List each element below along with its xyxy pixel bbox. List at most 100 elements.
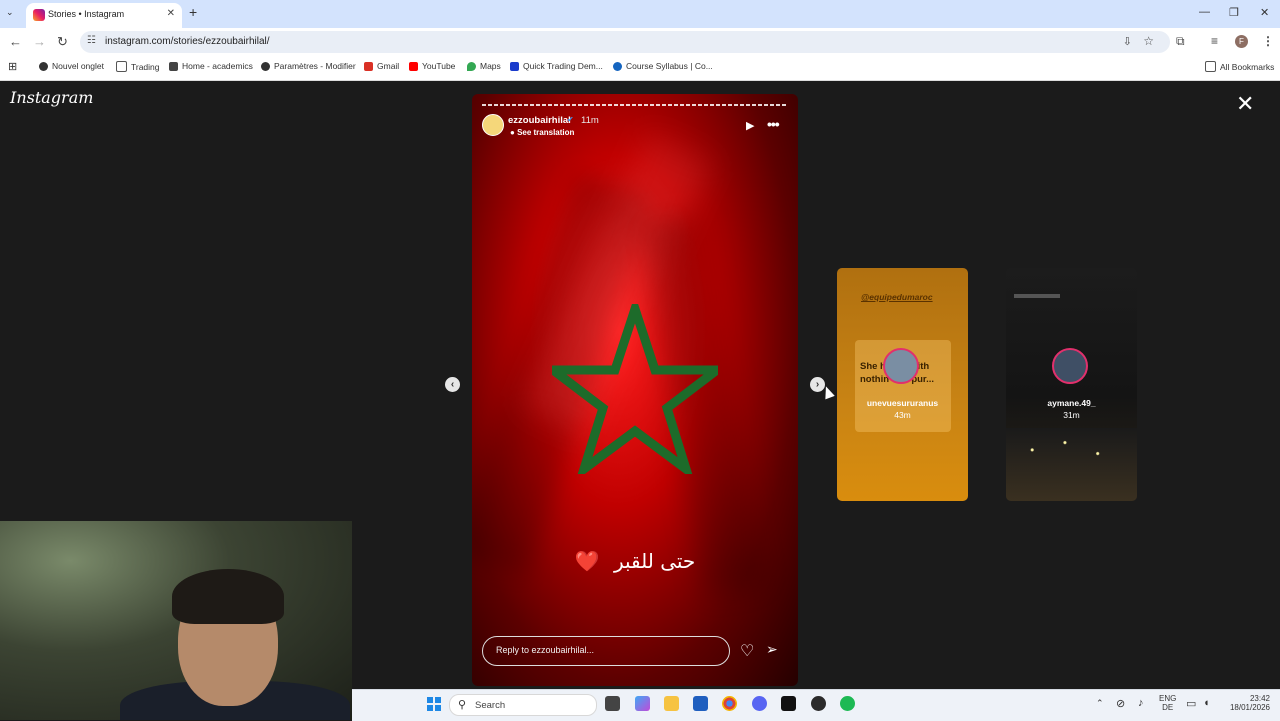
folder-icon [116,61,127,72]
bookmark-gmail[interactable]: Gmail [364,61,399,71]
story-time: 31m [1063,410,1080,420]
reload-icon[interactable]: ↻ [57,34,68,50]
all-bookmarks[interactable]: All Bookmarks [1205,61,1274,72]
clock[interactable]: 23:42 18/01/2026 [1226,694,1270,712]
previous-story-button[interactable]: ‹ [445,377,460,392]
restore-window-icon[interactable]: ❐ [1229,6,1239,19]
new-tab-globe-icon [39,61,48,71]
bookmark-label: Maps [480,61,501,71]
bookmark-youtube[interactable]: YouTube [409,61,455,71]
tab-search-icon[interactable]: ⌄ [6,7,14,18]
webcam-overlay [0,521,352,720]
bookmark-label: Home - academics [182,61,253,71]
night-scene [1006,428,1137,501]
story-user-avatar [1052,348,1088,384]
bookmark-course-syllabus[interactable]: Course Syllabus | Co... [613,61,713,71]
file-explorer-icon[interactable] [664,696,679,711]
address-bar[interactable]: ☷ instagram.com/stories/ezzoubairhilal/ … [80,31,1170,53]
send-icon[interactable]: ➢ [766,641,778,658]
instagram-logo[interactable]: Instagram [10,88,93,107]
profile-avatar[interactable]: F [1235,35,1248,48]
language-indicator[interactable]: ENG DE [1159,694,1176,712]
browser-tab-active[interactable]: Stories • Instagram ✕ [26,3,182,28]
clock-date: 18/01/2026 [1229,703,1270,712]
bookmark-label: Quick Trading Dem... [523,61,603,71]
play-icon[interactable]: ▶ [746,119,754,132]
bookmark-label: Nouvel onglet [52,61,104,71]
windows-start-icon[interactable] [427,697,441,711]
story-sticker [1014,294,1060,298]
install-app-icon[interactable]: ⇩ [1123,35,1132,48]
taskbar-search-label: Search [475,700,506,711]
bookmark-quick-trading[interactable]: Quick Trading Dem... [510,61,603,71]
chrome-icon[interactable] [722,696,737,711]
trading-icon [510,61,519,71]
reply-input[interactable]: Reply to ezzoubairhilal... [482,636,730,666]
language-bottom: DE [1162,703,1174,712]
capcut-icon[interactable] [781,696,796,711]
story-viewer[interactable]: ezzoubairhilal ✔ 11m ● See translation ▶… [472,94,798,686]
new-tab-button[interactable]: + [189,4,197,20]
story-username: aymane.49_ [1047,398,1096,408]
tab-close-icon[interactable]: ✕ [167,8,175,19]
story-caption: ❤️ حتى للقبر [472,549,798,573]
academics-icon [169,61,178,71]
see-translation-link[interactable]: ● See translation [510,128,574,137]
volume-icon[interactable]: ◖ [1203,697,1210,709]
course-icon [613,61,622,71]
story-time: 11m [581,115,599,126]
network-icon[interactable]: ⊘ [1116,697,1125,710]
bookmark-label: Gmail [377,61,400,71]
display-icon[interactable]: ▭ [1186,697,1196,710]
story-user-avatar [883,348,919,384]
discord-icon[interactable] [752,696,767,711]
maps-pin-icon [467,61,476,71]
bookmark-parametres[interactable]: Paramètres - Modifier [261,61,356,71]
apps-grid-icon[interactable]: ⊞ [8,60,17,73]
microsoft-store-icon[interactable] [693,696,708,711]
close-story-icon[interactable]: ✕ [1236,93,1254,115]
bookmark-label: YouTube [422,61,456,71]
instagram-favicon-icon [33,9,45,21]
see-translation-label: See translation [517,128,575,137]
site-info-icon[interactable]: ☷ [87,35,96,46]
story-username[interactable]: ezzoubairhilal [508,115,571,126]
bookmark-star-icon[interactable]: ☆ [1143,34,1154,48]
caption-text: حتى للقبر [613,549,696,573]
bookmark-maps[interactable]: Maps [467,61,501,71]
forward-icon[interactable]: → [33,34,46,49]
bookmark-nouvel-onglet[interactable]: Nouvel onglet [39,61,104,71]
chrome-menu-icon[interactable]: ⋮ [1262,34,1274,48]
extensions-icon[interactable]: ⧉ [1176,34,1185,49]
story-progress-bar [482,104,788,106]
address-url: instagram.com/stories/ezzoubairhilal/ [105,36,270,47]
reading-list-icon[interactable]: ≡ [1211,34,1218,48]
verified-badge-icon: ✔ [567,115,574,124]
taskbar-search[interactable]: ⚲ Search [449,694,597,716]
like-heart-icon[interactable]: ♡ [740,641,754,661]
youtube-icon [409,61,418,71]
spotify-icon[interactable] [840,696,855,711]
microphone-icon[interactable]: ♪ [1138,697,1144,709]
more-options-icon[interactable]: ••• [767,116,780,132]
minimize-window-icon[interactable]: — [1199,6,1210,18]
clock-time: 23:42 [1249,694,1270,703]
gmail-icon [364,61,373,71]
back-icon[interactable]: ← [9,34,22,49]
show-hidden-icons-icon[interactable]: ⌃ [1096,698,1104,709]
close-window-icon[interactable]: ✕ [1260,6,1269,19]
story-user-avatar[interactable] [482,114,504,136]
all-bookmarks-label: All Bookmarks [1220,61,1275,72]
obs-icon[interactable] [811,696,826,711]
task-view-icon[interactable] [605,696,620,711]
next-story-card[interactable]: @equipedumaroc She hear... with nothin' … [837,268,968,501]
next-story-card[interactable]: aymane.49_ 31m [1006,268,1137,501]
tab-title: Stories • Instagram [48,9,125,19]
copilot-icon[interactable] [635,696,650,711]
story-username: unevuesururanus [866,398,939,408]
caption-heart-icon: ❤️ [574,549,600,573]
webcam-person-hair [172,569,284,624]
bookmark-home-academics[interactable]: Home - academics [169,61,253,71]
gear-icon [261,61,270,71]
bookmark-trading[interactable]: Trading [116,61,160,72]
